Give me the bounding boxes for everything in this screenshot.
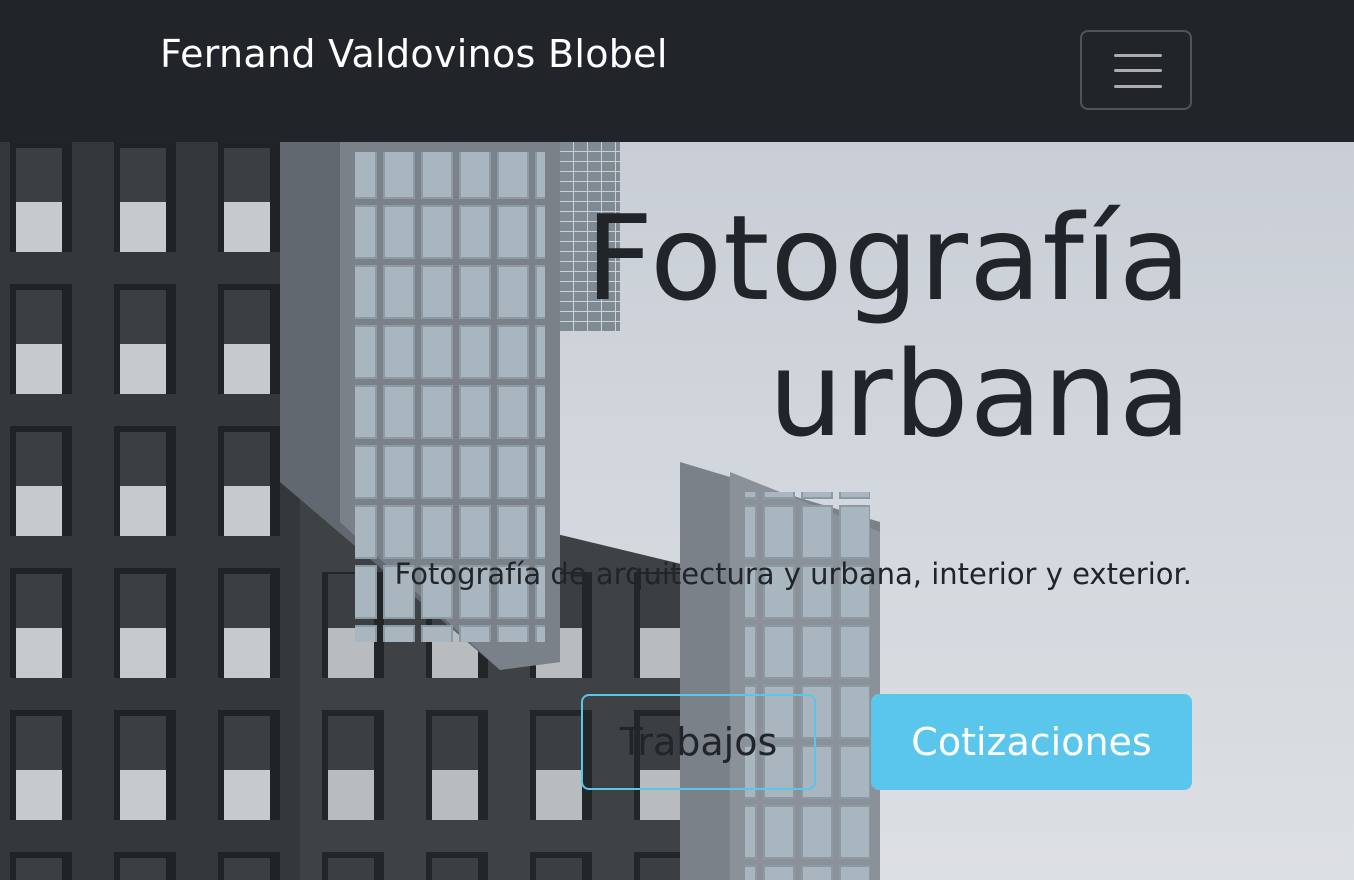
works-button[interactable]: Trabajos [581, 694, 816, 790]
navbar: Fernand Valdovinos Blobel [0, 0, 1354, 142]
hero-title-line2: urbana [768, 325, 1192, 463]
quotes-button[interactable]: Cotizaciones [871, 694, 1192, 790]
hero-lead-text: Fotografía de arquitectura y urbana, int… [394, 557, 1192, 591]
hamburger-menu-icon-bar [1114, 69, 1162, 72]
hero-title-line1: Fotografía [585, 189, 1192, 327]
menu-toggle-button[interactable] [1080, 30, 1192, 110]
hero-title: Fotografía urbana [392, 190, 1192, 462]
brand-link[interactable]: Fernand Valdovinos Blobel [160, 30, 668, 78]
hamburger-menu-icon [1114, 54, 1162, 57]
hamburger-menu-icon-bar [1114, 85, 1162, 88]
hero-section: Fotografía urbana Fotografía de arquitec… [0, 142, 1354, 880]
